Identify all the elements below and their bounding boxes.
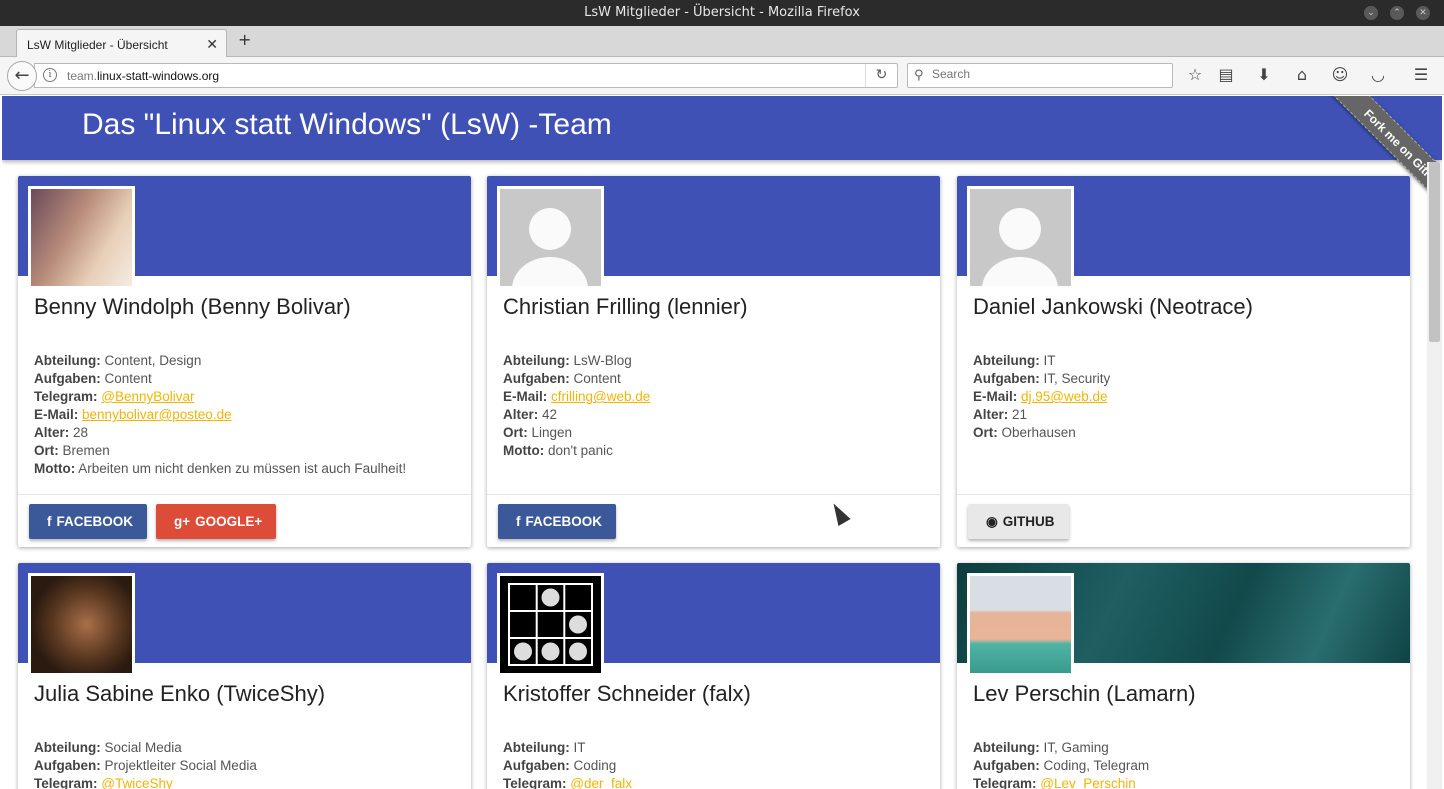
member-name: Daniel Jankowski (Neotrace) (973, 294, 1253, 319)
member-details: Abteilung: IT Aufgaben: IT, Security E-M… (973, 353, 1111, 440)
minimize-icon[interactable]: ⌄ (1364, 6, 1378, 20)
url-bar[interactable]: i team.linux-statt-windows.org ↻ (34, 63, 898, 88)
back-button[interactable]: ← (7, 61, 37, 91)
downloads-icon[interactable]: ⬇ (1253, 65, 1275, 84)
reading-list-icon[interactable]: ▤ (1215, 65, 1237, 84)
info-icon[interactable]: i (43, 68, 57, 82)
member-card: Daniel Jankowski (Neotrace) Abteilung: I… (957, 176, 1410, 547)
member-card: Julia Sabine Enko (TwiceShy) Abteilung: … (18, 563, 471, 789)
google-plus-icon: g+ (174, 514, 191, 529)
tab-bar: LsW Mitglieder - Übersicht ✕ + (0, 26, 1444, 58)
avatar (28, 573, 135, 676)
menu-icon[interactable]: ☰ (1410, 65, 1432, 84)
close-window-icon[interactable]: ✕ (1416, 6, 1430, 20)
page-content: Das "Linux statt Windows" (LsW) -Team Fo… (2, 96, 1442, 789)
member-name: Lev Perschin (Lamarn) (973, 681, 1196, 706)
card-actions: f FACEBOOK (487, 494, 940, 547)
page-header: Das "Linux statt Windows" (LsW) -Team (2, 96, 1442, 160)
bookmark-star-icon[interactable]: ☆ (1184, 65, 1206, 84)
avatar (967, 573, 1074, 676)
email-link[interactable]: cfrilling@web.de (551, 389, 650, 404)
member-card: Kristoffer Schneider (falx) Abteilung: I… (487, 563, 940, 789)
member-card: Lev Perschin (Lamarn) Abteilung: IT, Gam… (957, 563, 1410, 789)
page-title: Das "Linux statt Windows" (LsW) -Team (82, 108, 612, 141)
facebook-button[interactable]: f FACEBOOK (498, 504, 617, 539)
tab-title: LsW Mitglieder - Übersicht (27, 38, 168, 52)
github-icon: ◉ (986, 514, 998, 529)
reload-icon[interactable]: ↻ (865, 64, 897, 87)
member-details: Abteilung: IT Aufgaben: Coding Telegram:… (503, 740, 633, 789)
card-actions: ◉ GITHUB (957, 494, 1410, 547)
url-text[interactable]: team.linux-statt-windows.org (67, 69, 219, 83)
scrollbar-thumb[interactable] (1429, 162, 1440, 342)
avatar-placeholder (497, 186, 604, 289)
vertical-scrollbar[interactable] (1427, 162, 1442, 789)
avatar-placeholder (967, 186, 1074, 289)
member-details: Abteilung: Content, Design Aufgaben: Con… (34, 353, 407, 476)
member-details: Abteilung: Social Media Aufgaben: Projek… (34, 740, 257, 789)
email-link[interactable]: bennybolivar@posteo.de (82, 407, 232, 422)
member-card: Christian Frilling (lennier) Abteilung: … (487, 176, 940, 547)
telegram-link[interactable]: @TwiceShy (101, 776, 172, 789)
window-titlebar: LsW Mitglieder - Übersicht - Mozilla Fir… (0, 0, 1444, 26)
member-name: Julia Sabine Enko (TwiceShy) (34, 681, 326, 706)
member-name: Benny Windolph (Benny Bolivar) (34, 294, 351, 319)
new-tab-button[interactable]: + (238, 30, 251, 49)
google-plus-button[interactable]: g+ GOOGLE+ (156, 504, 277, 539)
email-link[interactable]: dj.95@web.de (1021, 389, 1108, 404)
search-icon: ⚲ (914, 68, 924, 83)
window-title: LsW Mitglieder - Übersicht - Mozilla Fir… (584, 5, 860, 20)
tab-active[interactable]: LsW Mitglieder - Übersicht ✕ (16, 29, 227, 58)
search-box[interactable]: ⚲ (907, 63, 1173, 88)
telegram-link[interactable]: @BennyBolivar (101, 389, 194, 404)
member-name: Kristoffer Schneider (falx) (503, 681, 751, 706)
facebook-button[interactable]: f FACEBOOK (29, 504, 148, 539)
pocket-icon[interactable]: ◡ (1367, 65, 1389, 84)
avatar (497, 573, 604, 676)
chat-icon[interactable]: ☺ (1329, 65, 1351, 84)
search-input[interactable] (932, 67, 1162, 81)
facebook-icon: f (516, 514, 521, 529)
tab-close-icon[interactable]: ✕ (206, 36, 218, 53)
member-name: Christian Frilling (lennier) (503, 294, 748, 319)
member-card: Benny Windolph (Benny Bolivar) Abteilung… (18, 176, 471, 547)
member-details: Abteilung: LsW-Blog Aufgaben: Content E-… (503, 353, 651, 458)
card-actions: f FACEBOOK g+ GOOGLE+ (18, 494, 471, 547)
telegram-link[interactable]: @Lev_Perschin (1040, 776, 1136, 789)
maximize-icon[interactable]: ⌃ (1390, 6, 1404, 20)
home-icon[interactable]: ⌂ (1291, 65, 1313, 84)
navigation-toolbar: i team.linux-statt-windows.org ↻ ← ⚲ ☆ ▤… (0, 57, 1444, 95)
facebook-icon: f (47, 514, 52, 529)
avatar (28, 186, 135, 289)
member-details: Abteilung: IT, Gaming Aufgaben: Coding, … (973, 740, 1150, 789)
telegram-link[interactable]: @der_falx (570, 776, 632, 789)
github-button[interactable]: ◉ GITHUB (968, 504, 1069, 539)
